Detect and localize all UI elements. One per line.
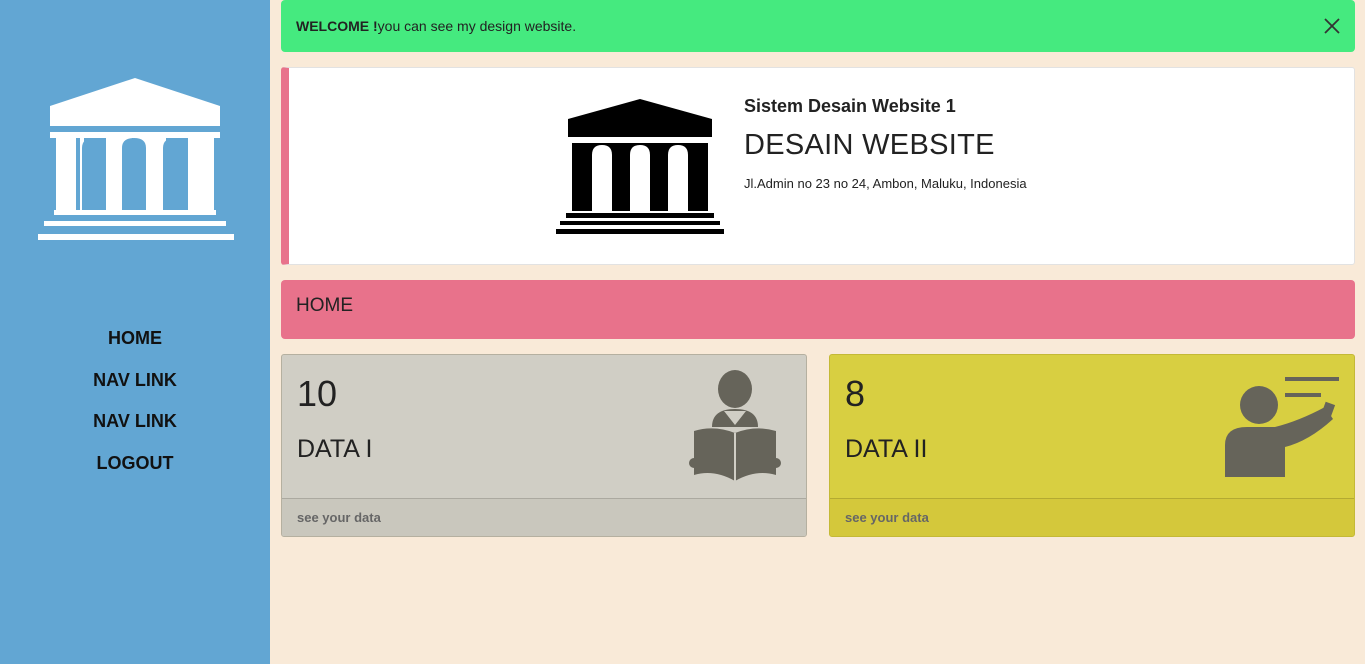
header-text: Sistem Desain Website 1 DESAIN WEBSITE J… bbox=[744, 96, 1027, 191]
breadcrumb: HOME bbox=[281, 280, 1355, 339]
bank-icon bbox=[556, 99, 724, 234]
see-data-link[interactable]: see your data bbox=[282, 498, 806, 536]
see-data-link[interactable]: see your data bbox=[830, 498, 1354, 536]
sidebar-nav: HOME NAV LINK NAV LINK LOGOUT bbox=[0, 322, 270, 488]
teacher-icon bbox=[1225, 377, 1339, 477]
stat-value: 10 bbox=[297, 373, 338, 414]
nav-logout[interactable]: LOGOUT bbox=[0, 447, 270, 489]
nav-link-1[interactable]: NAV LINK bbox=[0, 364, 270, 406]
breadcrumb-label: HOME bbox=[296, 295, 353, 316]
header-address: Jl.Admin no 23 no 24, Ambon, Maluku, Ind… bbox=[744, 176, 1027, 191]
bank-icon bbox=[38, 78, 234, 240]
stat-card-data-2: 8 DATA II see your data bbox=[829, 354, 1355, 537]
sidebar: HOME NAV LINK NAV LINK LOGOUT bbox=[0, 0, 270, 664]
welcome-alert: WELCOME !you can see my design website. bbox=[281, 0, 1355, 52]
reader-icon bbox=[689, 370, 781, 481]
header-subtitle: Sistem Desain Website 1 bbox=[744, 96, 956, 116]
header-title: DESAIN WEBSITE bbox=[744, 129, 995, 161]
stat-value: 8 bbox=[845, 373, 866, 414]
stat-label: DATA II bbox=[845, 435, 928, 463]
alert-strong: WELCOME ! bbox=[296, 18, 378, 34]
nav-link-2[interactable]: NAV LINK bbox=[0, 405, 270, 447]
alert-text: you can see my design website. bbox=[377, 18, 577, 34]
nav-home[interactable]: HOME bbox=[0, 322, 270, 364]
header-card: Sistem Desain Website 1 DESAIN WEBSITE J… bbox=[281, 67, 1355, 265]
close-icon[interactable] bbox=[1323, 17, 1341, 35]
stat-card-data-1: 10 DATA I see your data bbox=[281, 354, 807, 537]
stat-label: DATA I bbox=[297, 435, 373, 463]
